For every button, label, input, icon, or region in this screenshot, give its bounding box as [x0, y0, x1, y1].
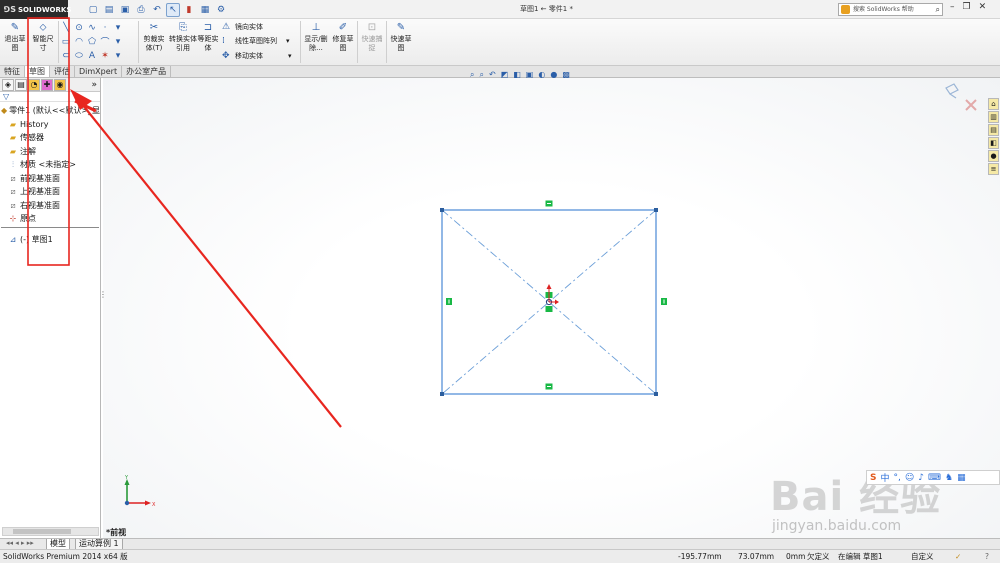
- feature-tree: ◆ 零件1 (默认<<默认>_显 ▰ History ▰ 传感器 ▰ 注解 ⫶ 材质 <未…: [0, 102, 100, 246]
- tree-item-label: 传感器: [20, 133, 44, 142]
- panel-splitter-handle[interactable]: ⋮: [99, 290, 107, 312]
- tree-item-material[interactable]: ⫶ 材质 <未指定>: [0, 158, 100, 172]
- tree-item-label: 右视基准面: [20, 200, 60, 210]
- status-bar: SolidWorks Premium 2014 x64 版 -195.77mm …: [0, 549, 1000, 563]
- tree-root-label: 零件1 (默认<<默认>_显: [9, 106, 100, 115]
- sogou-logo-icon[interactable]: S: [870, 473, 876, 483]
- tree-item-label: History: [20, 119, 49, 129]
- horizontal-constraint-icon[interactable]: [545, 383, 553, 390]
- sketch-icon: ⊿: [9, 234, 17, 244]
- horizontal-constraint-icon[interactable]: [545, 200, 553, 207]
- cursor-x-coordinate: -195.77mm: [678, 552, 722, 561]
- tree-item-label: 前视基准面: [20, 173, 60, 183]
- plane-icon: ⧄: [10, 200, 16, 210]
- midpoint-origin-icon[interactable]: [545, 284, 560, 312]
- keyboard-icon[interactable]: ⌨: [928, 473, 941, 483]
- unit-system[interactable]: 自定义: [911, 550, 934, 563]
- emoji-icon[interactable]: ☺: [905, 473, 914, 483]
- punctuation-icon[interactable]: °,: [894, 473, 901, 483]
- feature-manager-tab-icon[interactable]: ◈: [2, 78, 14, 91]
- dimxpert-manager-tab-icon[interactable]: ✚: [41, 78, 53, 91]
- material-icon: ⫶: [12, 160, 14, 169]
- editing-mode: 在编辑 草图1: [838, 552, 883, 561]
- cursor-z-coordinate: 0mm: [786, 552, 806, 561]
- panel-tool-tabs: ◈ ▤ ◔ ✚ ◉ »: [0, 78, 100, 92]
- property-manager-tab-icon[interactable]: ▤: [15, 78, 27, 91]
- tree-item-label: 上视基准面: [20, 187, 60, 196]
- tree-item-sensors[interactable]: ▰ 传感器: [0, 131, 100, 145]
- sensors-folder-icon: ▰: [9, 133, 17, 142]
- tree-item-label: (-) 草图1: [20, 234, 53, 244]
- tree-item-origin[interactable]: ⊹ 原点: [0, 212, 100, 226]
- svg-text:Y: Y: [124, 475, 129, 481]
- history-folder-icon: ▰: [9, 119, 17, 129]
- tree-item-label: 原点: [20, 214, 36, 223]
- reference-triad: Y X: [124, 475, 156, 508]
- view-name-label: *前视: [106, 528, 127, 537]
- skin-icon[interactable]: ♞: [945, 473, 953, 483]
- tree-item-label: 注解: [20, 146, 36, 156]
- tree-item-label: 材质 <未指定>: [20, 160, 76, 169]
- ime-toolbar: S 中 °, ☺ ♪ ⌨ ♞ ▦: [866, 470, 1000, 485]
- tree-item-annotations[interactable]: ▰ 注解: [0, 145, 100, 159]
- more-tabs-icon[interactable]: »: [91, 80, 97, 90]
- toolbox-icon[interactable]: ▦: [957, 473, 966, 483]
- tree-item-top-plane[interactable]: ⧄ 上视基准面: [0, 185, 100, 199]
- plane-icon: ⧄: [10, 187, 16, 196]
- plane-icon: ⧄: [10, 173, 16, 183]
- bottom-tabs: ◂◂ ◂ ▸ ▸▸ 模型 运动算例 1: [0, 538, 1000, 550]
- watermark-url: jingyan.baidu.com: [772, 518, 902, 534]
- ime-mode-label[interactable]: 中: [880, 471, 889, 484]
- rollback-bar[interactable]: [1, 226, 99, 228]
- display-manager-tab-icon[interactable]: ◉: [54, 78, 66, 91]
- vertical-constraint-icon[interactable]: [446, 298, 452, 305]
- part-icon: ◆: [1, 106, 8, 115]
- tree-item-sketch1[interactable]: ⊿ (-) 草图1: [0, 233, 100, 247]
- configuration-manager-tab-icon[interactable]: ◔: [28, 78, 40, 91]
- svg-text:X: X: [152, 502, 156, 508]
- tree-item-right-plane[interactable]: ⧄ 右视基准面: [0, 199, 100, 213]
- panel-horizontal-scrollbar[interactable]: [2, 527, 99, 536]
- tree-item-front-plane[interactable]: ⧄ 前视基准面: [0, 172, 100, 186]
- vertical-constraint-icon[interactable]: [661, 298, 667, 305]
- annotations-folder-icon: ▰: [9, 146, 17, 156]
- product-version: SolidWorks Premium 2014 x64 版: [3, 552, 128, 561]
- cursor-y-coordinate: 73.07mm: [738, 552, 775, 561]
- sketch-define-state: 欠定义: [807, 552, 830, 561]
- feature-manager-panel: ◈ ▤ ◔ ✚ ◉ » ▽ ◆ 零件1 (默认<<默认>_显 ▰ History ▰…: [0, 78, 101, 538]
- rebuild-status-icon[interactable]: ✓: [955, 550, 961, 563]
- tree-root-part[interactable]: ◆ 零件1 (默认<<默认>_显: [0, 104, 100, 118]
- help-icon[interactable]: ?: [985, 550, 989, 563]
- tree-item-history[interactable]: ▰ History: [0, 118, 100, 132]
- filter-icon[interactable]: ▽: [0, 92, 100, 102]
- voice-icon[interactable]: ♪: [918, 473, 924, 483]
- tab-nav-arrows[interactable]: ◂◂ ◂ ▸ ▸▸: [6, 539, 34, 547]
- origin-icon: ⊹: [9, 214, 17, 223]
- scrollbar-thumb[interactable]: [13, 529, 71, 534]
